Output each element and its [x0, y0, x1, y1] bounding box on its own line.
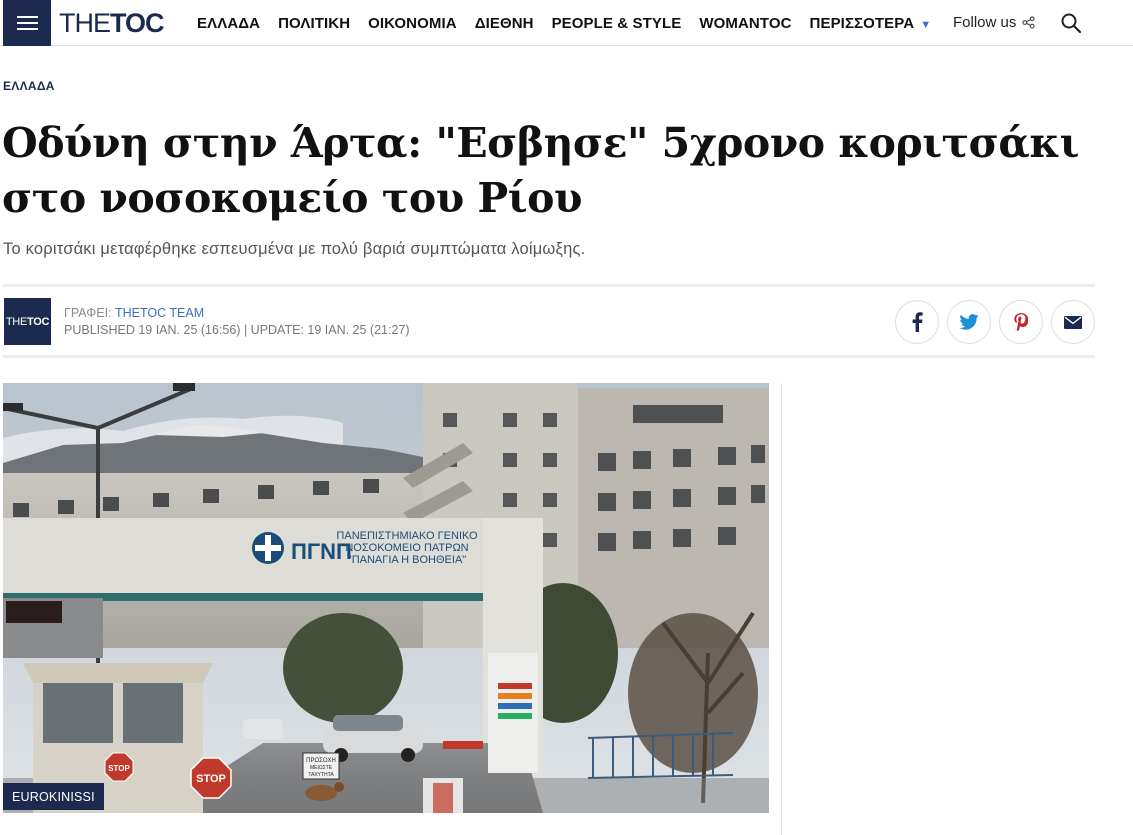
hospital-photo: ΠΓΝΠ ΠΑΝΕΠΙΣΤΗΜΙΑΚΟ ΓΕΝΙΚΟ ΝΟΣΟΚΟΜΕΙΟ ΠΑ… [3, 383, 769, 813]
byline-prefix: ΓΡΑΦΕΙ: [64, 306, 116, 320]
main-nav: ΕΛΛΑΔΑ ΠΟΛΙΤΙΚΗ ΟΙΚΟΝΟΜΙΑ ΔΙΕΘΝΗ PEOPLE … [197, 0, 949, 46]
follow-us-button[interactable]: Follow us [953, 14, 1035, 31]
nav-more-label: ΠΕΡΙΣΣΟΤΕΡΑ [809, 14, 915, 32]
nav-item-people-style[interactable]: PEOPLE & STYLE [552, 15, 682, 32]
article-title: Οδύνη στην Άρτα: "Εσβησε" 5χρονο κοριτσά… [2, 119, 1079, 222]
hamburger-line [17, 22, 38, 24]
sidebar-divider [781, 383, 782, 835]
hospital-sign-line-1: ΠΑΝΕΠΙΣΤΗΜΙΑΚΟ ΓΕΝΙΚΟ [336, 530, 478, 542]
publish-dates: PUBLISHED 19 ΙΑΝ. 25 (16:56) | UPDATE: 1… [64, 323, 410, 337]
nav-item-ellada[interactable]: ΕΛΛΑΔΑ [197, 15, 260, 32]
nav-item-oikonomia[interactable]: ΟΙΚΟΝΟΜΙΑ [368, 15, 457, 32]
hamburger-line [17, 16, 38, 18]
nav-item-diethni[interactable]: ΔΙΕΘΝΗ [475, 15, 534, 32]
follow-us-label: Follow us [953, 14, 1017, 31]
article-hero-image: ΠΓΝΠ ΠΑΝΕΠΙΣΤΗΜΙΑΚΟ ΓΕΝΙΚΟ ΝΟΣΟΚΟΜΕΙΟ ΠΑ… [3, 383, 769, 813]
caret-down-icon: ▼ [920, 18, 932, 31]
logo-bold-text: TOC [110, 8, 165, 38]
author-avatar[interactable]: THE TOC [4, 298, 51, 345]
byline-bottom-divider [3, 355, 1095, 358]
caution-sign-line-1: ΠΡΟΣΟΧΗ [306, 758, 336, 764]
stop-sign-1: STOP [108, 764, 130, 773]
twitter-icon [959, 314, 979, 330]
author-avatar-thin: THE [5, 315, 27, 328]
hospital-abbr-sign: ΠΓΝΠ [291, 539, 352, 564]
caution-sign-line-2: ΜΕΙΩΣΤΕ [310, 765, 333, 771]
nav-item-more[interactable]: ΠΕΡΙΣΣΟΤΕΡΑ ▼ [810, 15, 932, 32]
hospital-sign-line-2: ΝΟΣΟΚΟΜΕΙΟ ΠΑΤΡΩΝ [345, 542, 468, 554]
share-facebook-button[interactable] [895, 300, 939, 344]
stop-sign-2: STOP [196, 773, 226, 785]
site-header: THETOC ΕΛΛΑΔΑ ΠΟΛΙΤΙΚΗ ΟΙΚΟΝΟΜΙΑ ΔΙΕΘΝΗ … [0, 0, 1133, 46]
hospital-sign-line-3: "ΠΑΝΑΓΙΑ Η ΒΟΗΘΕΙΑ" [348, 554, 466, 566]
facebook-icon [912, 312, 923, 332]
author-link[interactable]: THETOC TEAM [115, 306, 204, 320]
share-icon [1022, 16, 1035, 29]
hamburger-line [17, 28, 38, 30]
byline-top-divider [3, 284, 1095, 287]
nav-item-politiki[interactable]: ΠΟΛΙΤΙΚΗ [278, 15, 350, 32]
share-twitter-button[interactable] [947, 300, 991, 344]
mail-icon [1064, 315, 1082, 329]
image-credit-badge: EUROKINISSI [3, 783, 104, 810]
logo-thin-text: THE [59, 8, 111, 38]
caution-sign-line-3: ΤΑΧΥΤΗΤΑ [308, 772, 334, 778]
menu-button[interactable] [3, 0, 51, 46]
search-icon[interactable] [1060, 12, 1082, 34]
share-pinterest-button[interactable] [999, 300, 1043, 344]
pinterest-icon [1014, 313, 1028, 331]
article-category-link[interactable]: ΕΛΛΑΔΑ [3, 79, 55, 93]
site-logo[interactable]: THETOC [59, 6, 165, 40]
article-summary: Το κοριτσάκι μεταφέρθηκε εσπευσμένα με π… [3, 240, 586, 258]
share-email-button[interactable] [1051, 300, 1095, 344]
byline: ΓΡΑΦΕΙ: THETOC TEAM [64, 306, 204, 320]
author-avatar-bold: TOC [26, 315, 50, 328]
nav-item-womantoc[interactable]: WOMANTOC [699, 15, 791, 32]
